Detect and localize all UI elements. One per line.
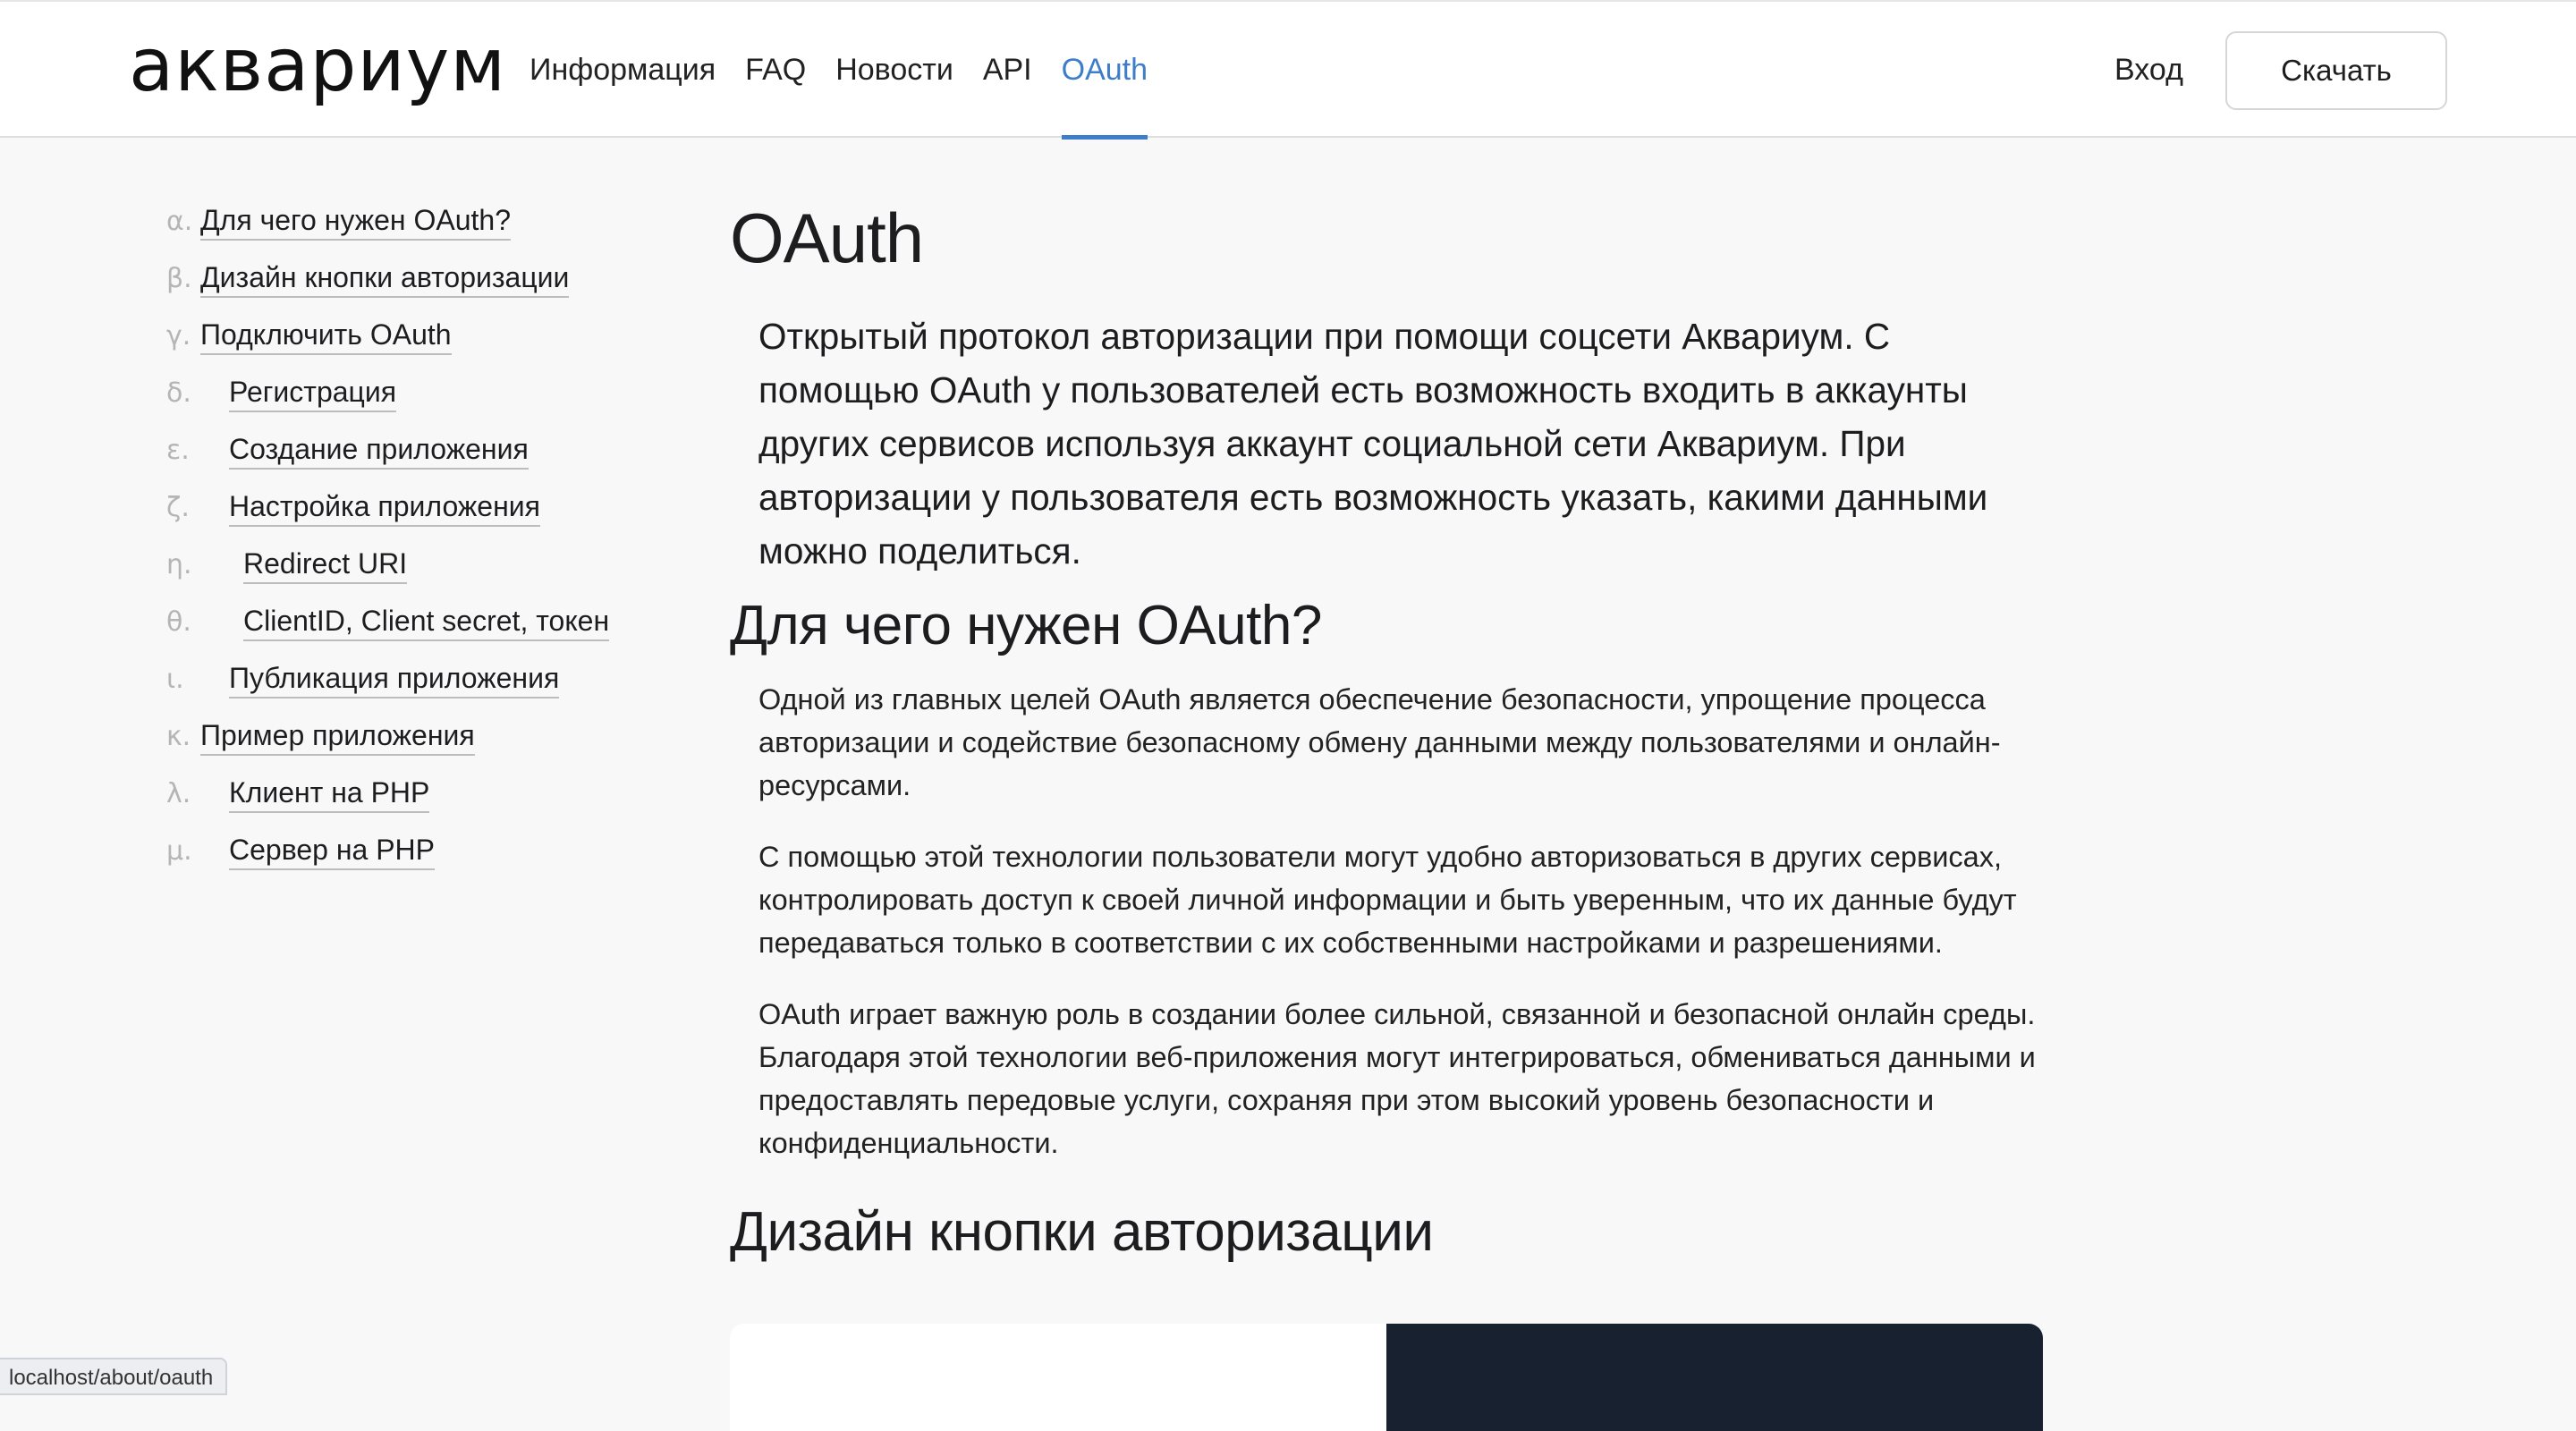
section-paragraph: С помощью этой технологии пользователи м… [758,841,2017,959]
toc-marker: θ. [166,606,191,638]
nav-item-faq[interactable]: FAQ [745,2,806,138]
nav-item-info[interactable]: Информация [530,2,716,138]
section-heading-why-oauth: Для чего нужен OAuth? [730,595,1322,656]
section-heading-button-design: Дизайн кнопки авторизации [730,1201,1434,1263]
toc-link-connect-oauth[interactable]: Подключить OAuth [200,318,452,355]
section-paragraph: Одной из главных целей OAuth является об… [758,683,2001,801]
toc-link-why-oauth[interactable]: Для чего нужен OAuth? [200,204,511,241]
toc-item: α. Для чего нужен OAuth? [166,199,667,256]
toc-item: θ. ClientID, Client secret, токен [166,599,667,656]
article-content: OAuth Открытый протокол авторизации при … [730,188,2045,1270]
nav-item-news[interactable]: Новости [835,2,953,138]
section-paragraph: OAuth играет важную роль в создании боле… [758,998,2036,1159]
toc-marker: β. [166,263,192,294]
toc-link-php-server[interactable]: Сервер на PHP [229,834,435,870]
toc-marker: μ. [166,835,192,867]
main-nav: Информация FAQ Новости API OAuth [530,2,1177,140]
toc-link-app-settings[interactable]: Настройка приложения [229,490,540,527]
toc-marker: ζ. [166,492,190,523]
toc-item: δ. Регистрация [166,370,667,428]
toc-link-button-design[interactable]: Дизайн кнопки авторизации [200,261,570,298]
toc-link-redirect-uri[interactable]: Redirect URI [243,547,408,584]
top-navbar: аквариум Информация FAQ Новости API OAut… [0,0,2576,140]
download-button[interactable]: Скачать [2225,31,2447,110]
toc-item: λ. Клиент на PHP [166,771,667,828]
toc-item: κ. Пример приложения [166,714,667,771]
lead-paragraph: Открытый протокол авторизации при помощи… [758,316,1988,572]
toc-link-create-app[interactable]: Создание приложения [229,433,529,470]
toc-marker: λ. [166,778,191,809]
toc-item: γ. Подключить OAuth [166,313,667,370]
toc-item: μ. Сервер на PHP [166,828,667,885]
toc-marker: η. [166,549,192,580]
toc-link-registration[interactable]: Регистрация [229,376,397,412]
button-design-preview [730,1324,2043,1431]
toc-link-client-credentials[interactable]: ClientID, Client secret, токен [243,605,610,641]
dark-theme-preview [1386,1324,2043,1431]
nav-item-oauth[interactable]: OAuth [1061,2,1148,140]
toc-item: ε. Создание приложения [166,428,667,485]
toc-marker: α. [166,206,193,237]
toc-marker: δ. [166,377,191,409]
toc-link-app-example[interactable]: Пример приложения [200,719,475,756]
toc-item: ι. Публикация приложения [166,656,667,714]
nav-item-api[interactable]: API [983,2,1032,138]
toc-item: ζ. Настройка приложения [166,485,667,542]
page-title: OAuth [730,199,924,277]
toc-marker: ε. [166,435,190,466]
light-theme-preview [730,1324,1386,1431]
login-link[interactable]: Вход [2114,2,2183,138]
toc-link-publish-app[interactable]: Публикация приложения [229,662,560,699]
toc-item: β. Дизайн кнопки авторизации [166,256,667,313]
site-logo[interactable]: аквариум [129,21,506,111]
toc-link-php-client[interactable]: Клиент на PHP [229,776,430,813]
toc-marker: κ. [166,721,191,752]
status-bar-url: localhost/about/oauth [0,1358,228,1395]
toc-marker: γ. [166,320,191,351]
table-of-contents: α. Для чего нужен OAuth? β. Дизайн кнопк… [166,199,667,885]
toc-marker: ι. [166,664,184,695]
toc-item: η. Redirect URI [166,542,667,599]
